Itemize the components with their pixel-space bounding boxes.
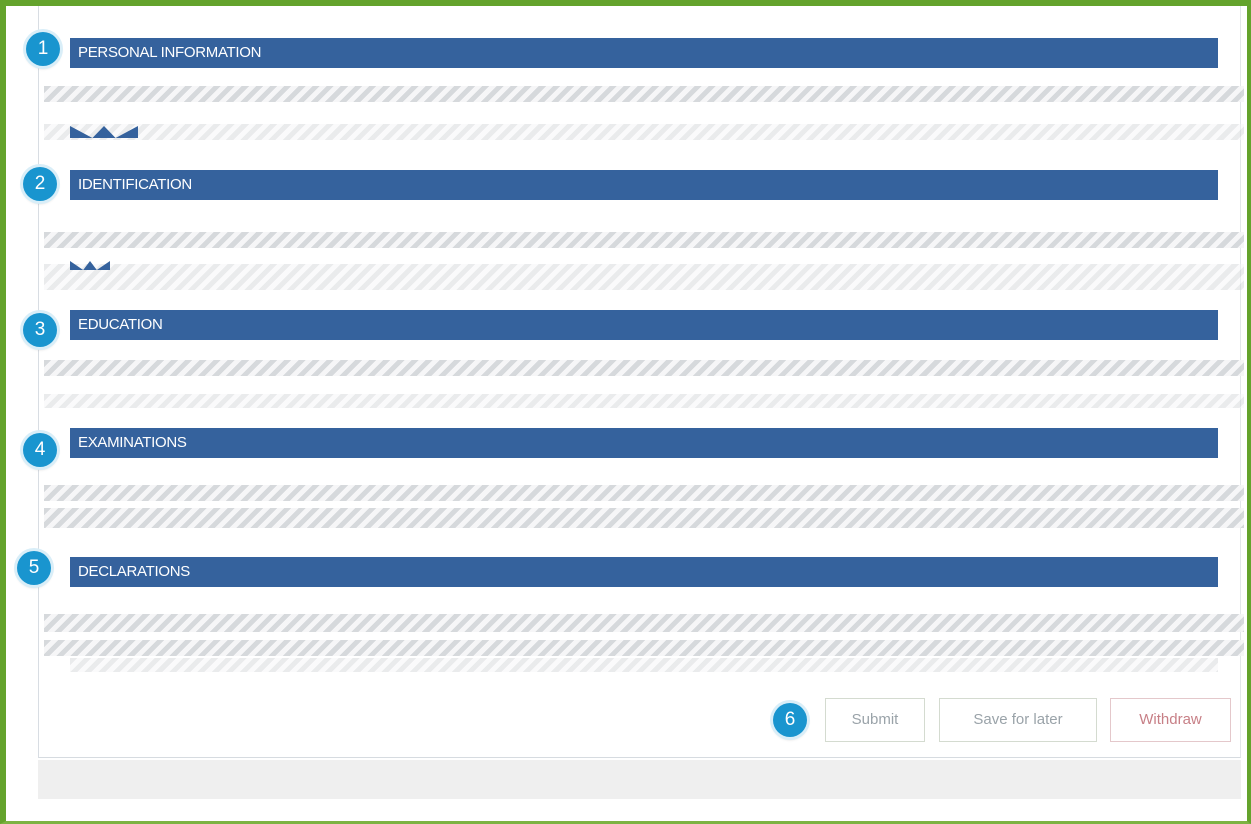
redacted-content	[44, 640, 1244, 656]
redacted-content	[44, 485, 1244, 501]
footer-bar	[38, 760, 1241, 799]
redacted-content	[44, 360, 1244, 376]
step-badge-1: 1	[26, 32, 60, 66]
section-title: EXAMINATIONS	[78, 434, 187, 451]
save-for-later-button[interactable]: Save for later	[939, 698, 1097, 742]
section-header-bar[interactable]	[70, 557, 1218, 587]
withdraw-button[interactable]: Withdraw	[1110, 698, 1231, 742]
section-header-bar[interactable]	[70, 310, 1218, 340]
redacted-content	[44, 124, 1244, 140]
step-badge-3: 3	[23, 313, 57, 347]
redacted-content	[44, 232, 1244, 248]
step-badge-4: 4	[23, 433, 57, 467]
section-title: IDENTIFICATION	[78, 176, 192, 193]
section-title: DECLARATIONS	[78, 563, 190, 580]
section-title: PERSONAL INFORMATION	[78, 44, 262, 61]
step-badge-6: 6	[773, 703, 807, 737]
redacted-content	[44, 614, 1244, 632]
submit-button[interactable]: Submit	[825, 698, 925, 742]
section-header-bar[interactable]	[70, 428, 1218, 458]
step-badge-5: 5	[17, 551, 51, 585]
section-header-bar[interactable]	[70, 170, 1218, 200]
redacted-content	[44, 264, 1244, 290]
section-title: EDUCATION	[78, 316, 163, 333]
redacted-content	[70, 658, 1218, 672]
step-badge-2: 2	[23, 167, 57, 201]
redacted-content	[44, 508, 1244, 528]
redacted-content	[44, 394, 1244, 408]
redacted-content	[44, 86, 1244, 102]
